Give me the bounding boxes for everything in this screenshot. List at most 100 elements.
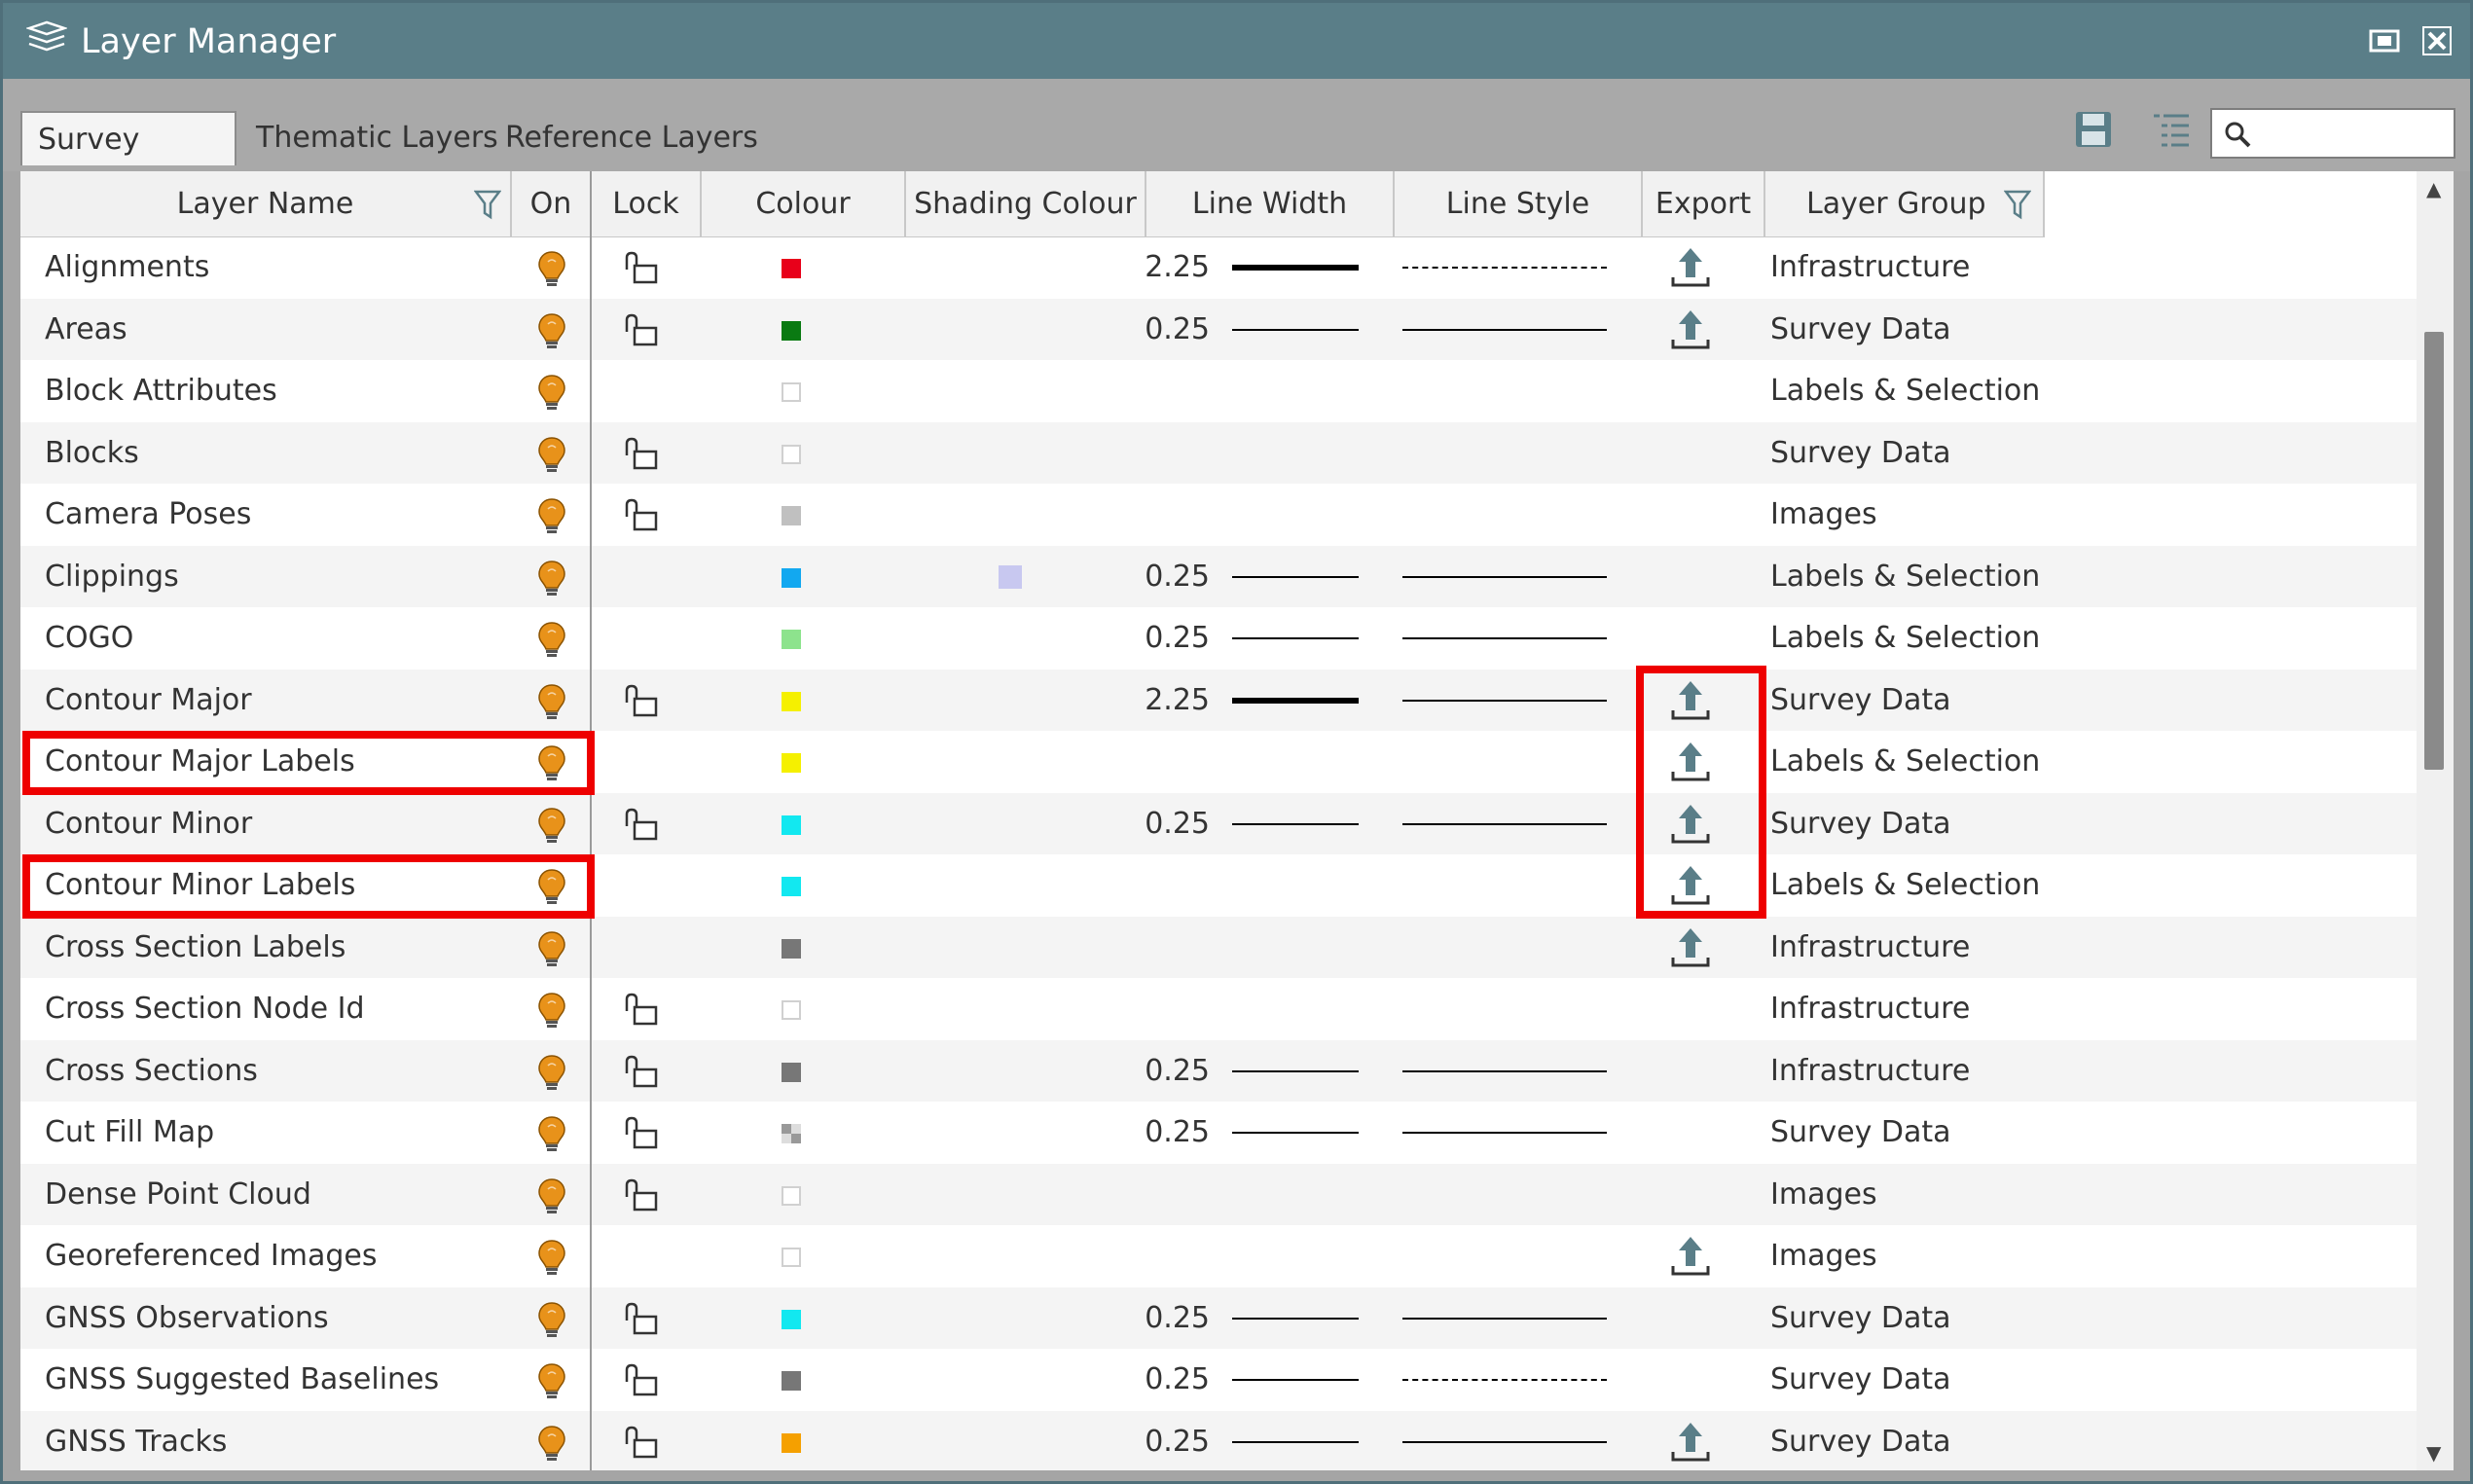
layer-group[interactable]: Images [1770, 1164, 1877, 1226]
lightbulb-icon[interactable] [536, 374, 567, 413]
export-icon[interactable] [1667, 924, 1714, 971]
line-width-value[interactable]: 0.25 [1142, 607, 1210, 670]
line-width-value[interactable]: 2.25 [1142, 236, 1210, 299]
line-style-preview[interactable] [1402, 637, 1607, 639]
lightbulb-icon[interactable] [536, 930, 567, 969]
scrollbar-thumb[interactable] [2424, 332, 2444, 770]
lightbulb-icon[interactable] [536, 560, 567, 598]
lightbulb-icon[interactable] [536, 621, 567, 660]
table-row[interactable]: Areas 0.25 Survey Data [20, 298, 2417, 361]
lightbulb-icon[interactable] [536, 683, 567, 722]
tab-survey-layers[interactable]: Survey Layers [20, 111, 236, 211]
unlock-icon[interactable] [621, 250, 666, 285]
layer-group[interactable]: Labels & Selection [1770, 731, 2040, 793]
line-width-value[interactable]: 0.25 [1142, 1102, 1210, 1164]
unlock-icon[interactable] [621, 312, 666, 347]
search-box[interactable] [2210, 108, 2455, 159]
line-width-value[interactable]: 0.25 [1142, 1287, 1210, 1350]
layer-group[interactable]: Infrastructure [1770, 236, 1970, 299]
line-style-preview[interactable] [1402, 822, 1607, 825]
line-width-value[interactable]: 0.25 [1142, 1411, 1210, 1471]
table-row[interactable]: Contour Minor 0.25 Survey Data [20, 792, 2417, 855]
lightbulb-icon[interactable] [536, 1115, 567, 1154]
line-style-preview[interactable] [1402, 575, 1607, 578]
line-style-preview[interactable] [1402, 1317, 1607, 1320]
title-bar[interactable]: Layer Manager [3, 3, 2470, 79]
lightbulb-icon[interactable] [536, 1177, 567, 1216]
table-row[interactable]: Alignments 2.25 Infrastructure [20, 236, 2417, 299]
layer-group[interactable]: Images [1770, 484, 1877, 546]
search-input[interactable] [2261, 118, 2450, 151]
table-row[interactable]: GNSS Suggested Baselines 0.25 Survey Data [20, 1349, 2417, 1411]
layer-group[interactable]: Survey Data [1770, 422, 1951, 485]
line-width-value[interactable]: 2.25 [1142, 670, 1210, 732]
layer-group[interactable]: Survey Data [1770, 670, 1951, 732]
line-width-value[interactable]: 0.25 [1142, 793, 1210, 855]
layer-group[interactable]: Infrastructure [1770, 1040, 1970, 1103]
unlock-icon[interactable] [621, 1362, 666, 1397]
layer-group[interactable]: Survey Data [1770, 1411, 1951, 1471]
colour-swatch[interactable] [782, 753, 801, 773]
lightbulb-icon[interactable] [536, 436, 567, 475]
table-row[interactable]: Camera Poses Images [20, 484, 2417, 546]
colour-swatch[interactable] [782, 1062, 801, 1082]
line-style-preview[interactable] [1402, 1379, 1607, 1381]
line-width-value[interactable]: 0.25 [1142, 1040, 1210, 1103]
colour-swatch[interactable] [782, 1185, 801, 1206]
colour-swatch[interactable] [782, 877, 801, 896]
colour-swatch[interactable] [782, 814, 801, 835]
filter-icon[interactable] [474, 189, 501, 220]
column-header-layer-group[interactable]: Layer Group [1765, 171, 2045, 236]
tab-thematic-layers[interactable]: Thematic Layers [240, 111, 514, 165]
lightbulb-icon[interactable] [536, 1054, 567, 1093]
line-style-preview[interactable] [1402, 328, 1607, 331]
tab-reference-layers[interactable]: Reference Layers [490, 111, 774, 165]
table-row[interactable]: Georeferenced Images Images [20, 1225, 2417, 1287]
colour-swatch[interactable] [782, 1432, 801, 1453]
column-header-on[interactable]: On [512, 171, 592, 236]
lightbulb-icon[interactable] [536, 1239, 567, 1278]
line-style-preview[interactable] [1402, 1132, 1607, 1134]
lightbulb-icon[interactable] [536, 497, 567, 536]
lightbulb-icon[interactable] [536, 250, 567, 289]
colour-swatch[interactable] [782, 320, 801, 341]
table-row[interactable]: Clippings 0.25 Labels & Selection [20, 545, 2417, 608]
column-header-shading-colour[interactable]: Shading Colour [906, 171, 1146, 236]
column-header-line-style[interactable]: Line Style [1395, 171, 1643, 236]
export-icon[interactable] [1667, 1419, 1714, 1466]
table-row[interactable]: Contour Major 2.25 Survey Data [20, 669, 2417, 732]
lightbulb-icon[interactable] [536, 1301, 567, 1340]
unlock-icon[interactable] [621, 1054, 666, 1089]
close-icon[interactable] [2420, 24, 2454, 57]
column-header-layer-name[interactable]: Layer Name [20, 171, 512, 236]
colour-swatch[interactable] [782, 1000, 801, 1020]
colour-swatch[interactable] [782, 444, 801, 464]
unlock-icon[interactable] [621, 1177, 666, 1213]
layer-group[interactable]: Labels & Selection [1770, 360, 2040, 422]
line-width-value[interactable]: 0.25 [1142, 299, 1210, 361]
layer-group[interactable]: Infrastructure [1770, 978, 1970, 1040]
scroll-up-icon[interactable]: ▲ [2426, 177, 2441, 200]
layer-group[interactable]: Infrastructure [1770, 917, 1970, 979]
layer-group[interactable]: Survey Data [1770, 1102, 1951, 1164]
layer-group[interactable]: Labels & Selection [1770, 607, 2040, 670]
shading-swatch[interactable] [999, 564, 1022, 589]
column-header-colour[interactable]: Colour [702, 171, 906, 236]
line-width-value[interactable]: 0.25 [1142, 1349, 1210, 1411]
unlock-icon[interactable] [621, 436, 666, 471]
colour-swatch[interactable] [782, 691, 801, 711]
lightbulb-icon[interactable] [536, 1425, 567, 1464]
table-row[interactable]: GNSS Observations 0.25 Survey Data [20, 1286, 2417, 1350]
colour-swatch[interactable] [782, 259, 801, 278]
export-icon[interactable] [1667, 307, 1714, 353]
unlock-icon[interactable] [621, 1301, 666, 1336]
line-width-value[interactable]: 0.25 [1142, 546, 1210, 608]
unlock-icon[interactable] [621, 807, 666, 842]
colour-swatch[interactable] [782, 567, 801, 588]
table-row[interactable]: Cross Sections 0.25 Infrastructure [20, 1039, 2417, 1103]
table-row[interactable]: Cross Section Node Id Infrastructure [20, 978, 2417, 1040]
line-style-preview[interactable] [1402, 267, 1607, 269]
layer-group[interactable]: Labels & Selection [1770, 854, 2040, 917]
layer-group[interactable]: Survey Data [1770, 1287, 1951, 1350]
column-header-export[interactable]: Export [1643, 171, 1765, 236]
